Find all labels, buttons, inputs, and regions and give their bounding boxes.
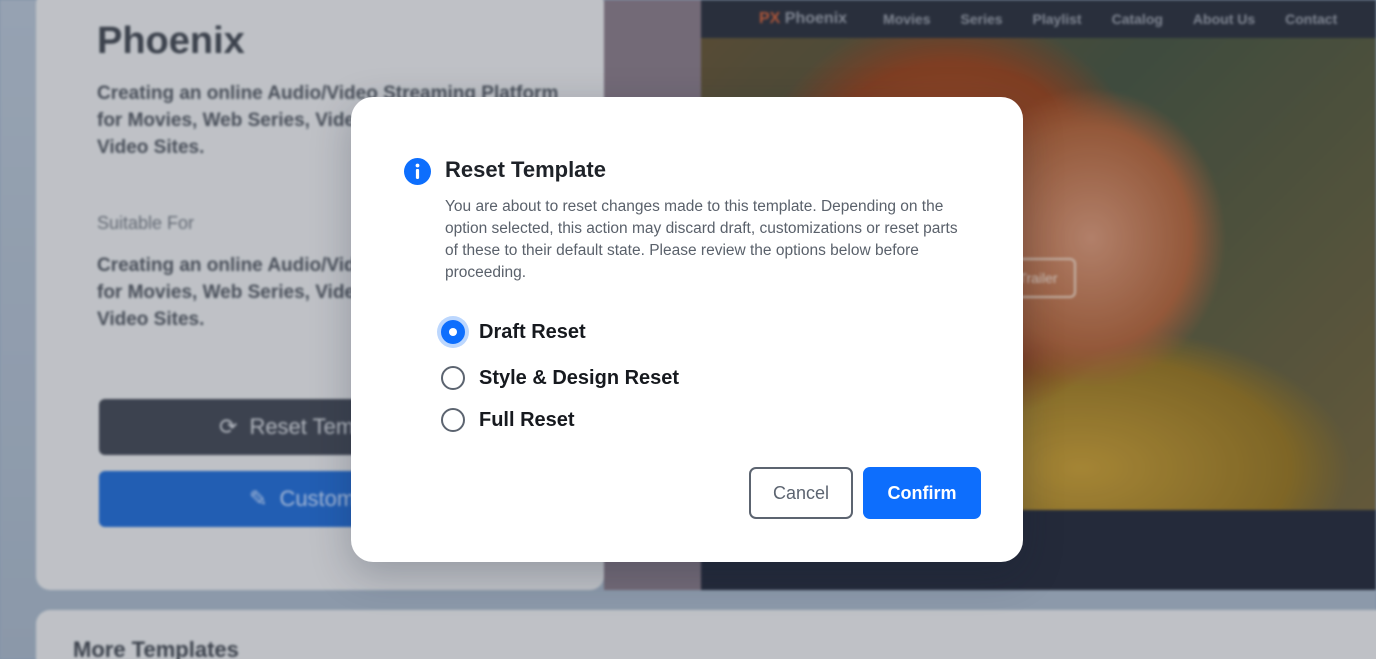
confirm-button[interactable]: Confirm [863,467,981,519]
info-icon [404,158,431,185]
radio-button[interactable] [441,366,465,390]
option-style-design-reset[interactable]: Style & Design Reset [441,366,679,390]
dialog-title: Reset Template [445,157,606,182]
radio-button[interactable] [441,408,465,432]
option-label: Style & Design Reset [479,366,680,389]
option-draft-reset[interactable]: Draft Reset [441,320,586,344]
option-full-reset[interactable]: Full Reset [441,408,575,432]
radio-button-checked[interactable] [441,320,465,344]
dialog-description: You are about to reset changes made to t… [445,198,958,281]
cancel-button[interactable]: Cancel [749,467,853,519]
option-label: Full Reset [479,408,575,431]
reset-template-dialog: Reset Template You are about to reset ch… [351,97,1023,562]
option-label: Draft Reset [479,320,586,343]
